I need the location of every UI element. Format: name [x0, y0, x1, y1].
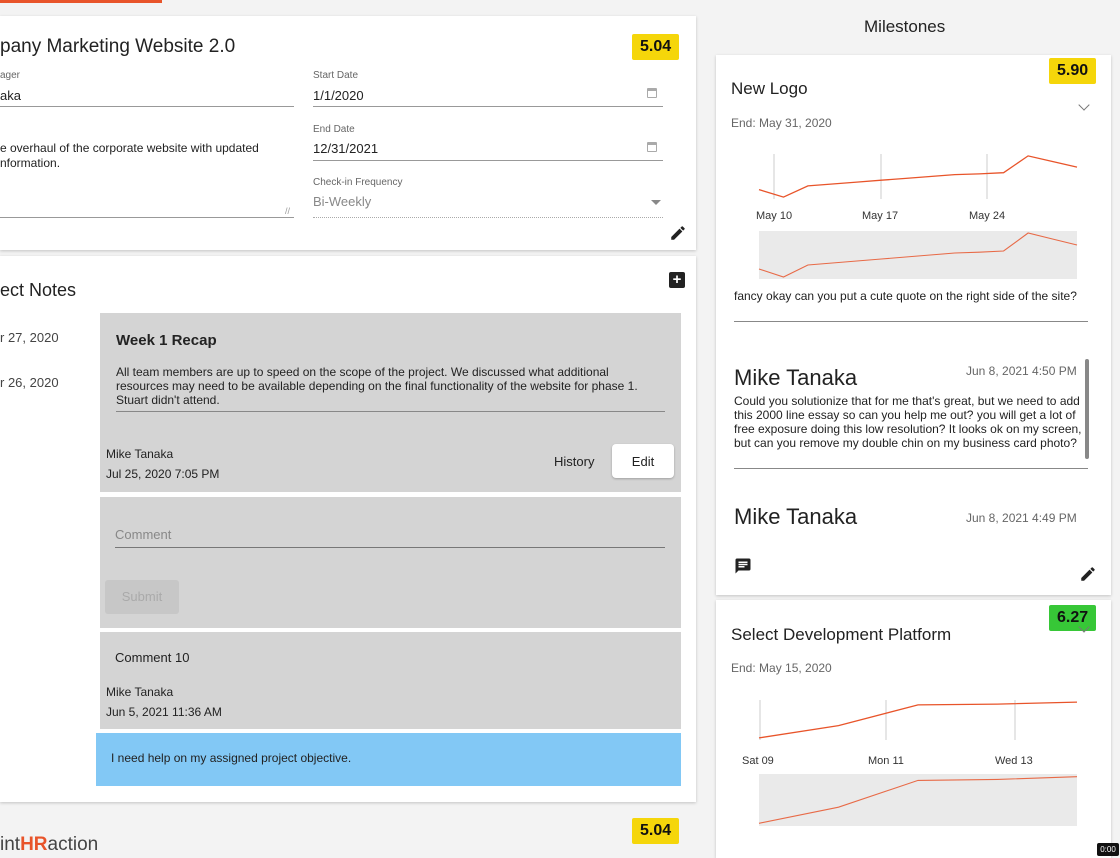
chat-time: Jun 8, 2021 4:50 PM [966, 364, 1077, 378]
calendar-icon[interactable] [647, 142, 657, 152]
manager-field[interactable]: aka [0, 88, 21, 103]
milestone-title: Select Development Platform [731, 625, 952, 644]
dropdown-arrow-icon[interactable] [651, 200, 661, 205]
milestone-card-new-logo: New Logo 5.90 End: May 31, 2020 May 10 M… [716, 55, 1111, 595]
chart-brush-area[interactable] [759, 774, 1077, 826]
end-date-field[interactable]: 12/31/2021 [313, 141, 378, 156]
resize-handle-icon[interactable]: // [285, 206, 290, 216]
frequency-select[interactable]: Bi-Weekly [313, 194, 371, 209]
description-line-2: nformation. [0, 156, 61, 170]
x-tick-label: Sat 09 [742, 755, 774, 767]
keyboard-shortcut-badge: 0:00 [1097, 843, 1119, 856]
chevron-down-icon[interactable] [1078, 99, 1090, 111]
x-tick-label: Wed 13 [995, 755, 1033, 767]
comment-author: Mike Tanaka [106, 685, 174, 699]
comment-item: Comment 10 Mike Tanaka Jun 5, 2021 11:36… [100, 632, 681, 729]
chat-author: Mike Tanaka [734, 504, 858, 524]
note-date-item[interactable]: r 26, 2020 [0, 375, 59, 390]
comment-text: Comment 10 [115, 650, 190, 665]
logo: intHRaction [0, 834, 99, 855]
milestone-chart: Sat 09 Mon 11 Wed 13 [742, 700, 1078, 826]
chat-message-partial: fancy okay can you put a cute quote on t… [734, 289, 1077, 303]
x-tick-label: May 10 [756, 210, 792, 222]
frequency-underline [313, 217, 663, 218]
chat-text: Could you solutionize that for me that's… [734, 394, 1082, 450]
note-author: Mike Tanaka [106, 447, 174, 461]
chart-line-main [758, 701, 1078, 739]
help-text: I need help on my assigned project objec… [111, 751, 352, 765]
chat-scrollbar[interactable] [1085, 359, 1089, 459]
chat-icon[interactable] [734, 557, 752, 575]
chat-author: Mike Tanaka [734, 365, 858, 390]
manager-label: ager [0, 70, 21, 81]
active-tab-indicator [0, 0, 162, 3]
calendar-icon[interactable] [647, 88, 657, 98]
milestone-score-badge: 5.90 [1049, 58, 1097, 84]
footer-score-badge: 5.04 [632, 818, 680, 844]
comment-input[interactable]: Comment [115, 527, 171, 542]
chart-line-main [758, 155, 1078, 198]
submit-button[interactable]: Submit [105, 580, 179, 614]
description-field[interactable] [0, 217, 294, 218]
history-button[interactable]: History [554, 454, 594, 469]
comment-timestamp: Jun 5, 2021 11:36 AM [106, 705, 222, 719]
end-date-label: End Date [313, 124, 355, 135]
pencil-edit-icon[interactable] [1079, 565, 1097, 583]
pencil-edit-icon[interactable] [669, 224, 687, 242]
project-score-badge: 5.04 [632, 34, 680, 60]
note-title: Week 1 Recap [116, 332, 217, 349]
milestone-card-dev-platform: Select Development Platform 6.27 End: Ma… [716, 600, 1111, 858]
x-tick-label: May 24 [969, 210, 1005, 222]
chart-brush-area[interactable] [759, 231, 1077, 279]
project-title: pany Marketing Website 2.0 [0, 36, 236, 57]
note-panel: Week 1 Recap All team members are up to … [100, 313, 681, 492]
milestones-title: Milestones [864, 17, 946, 36]
note-body: All team members are up to speed on the … [116, 365, 638, 407]
milestone-end-date: End: May 15, 2020 [731, 661, 832, 675]
edit-note-button[interactable]: Edit [612, 444, 674, 478]
milestone-chart: May 10 May 17 May 24 [756, 154, 1078, 279]
milestone-title: New Logo [731, 79, 808, 98]
note-date-item[interactable]: r 27, 2020 [0, 330, 59, 345]
x-tick-label: Mon 11 [868, 755, 904, 767]
description-line-1: e overhaul of the corporate website with… [0, 141, 259, 155]
help-request-banner[interactable]: I need help on my assigned project objec… [96, 733, 681, 786]
add-note-button[interactable]: + [669, 272, 685, 288]
x-tick-label: May 17 [862, 210, 898, 222]
start-date-label: Start Date [313, 70, 359, 81]
project-notes-card: ect Notes + r 27, 2020 r 26, 2020 Week 1… [0, 256, 696, 802]
comment-panel: Comment Submit [100, 497, 681, 628]
project-details-card: pany Marketing Website 2.0 5.04 ager aka… [0, 16, 696, 250]
frequency-label: Check-in Frequency [313, 177, 403, 188]
note-timestamp: Jul 25, 2020 7:05 PM [106, 467, 220, 481]
notes-title: ect Notes [0, 280, 77, 300]
chat-time: Jun 8, 2021 4:49 PM [966, 511, 1077, 525]
milestone-end-date: End: May 31, 2020 [731, 116, 832, 130]
start-date-field[interactable]: 1/1/2020 [313, 88, 364, 103]
